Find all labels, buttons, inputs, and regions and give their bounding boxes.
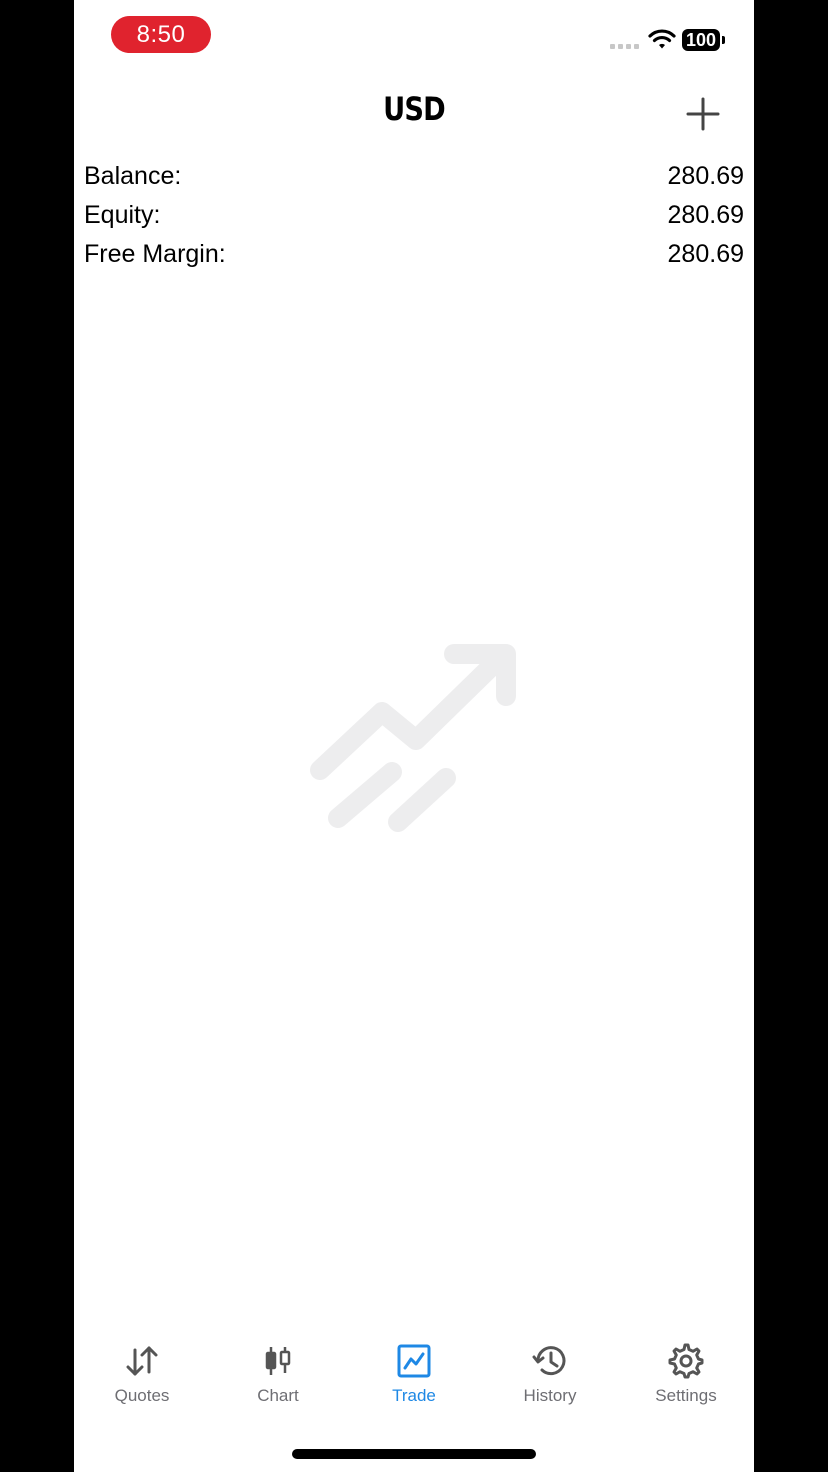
quotes-arrows-icon	[126, 1346, 158, 1376]
trade-chart-icon	[397, 1344, 431, 1378]
tab-quotes[interactable]: Quotes	[74, 1342, 210, 1422]
tab-history[interactable]: History	[482, 1342, 618, 1422]
cellular-signal-icon	[610, 44, 639, 49]
trade-chart-arrow-icon	[310, 644, 516, 832]
free-margin-value: 280.69	[667, 240, 744, 268]
equity-row: Equity: 280.69	[84, 196, 744, 235]
equity-label: Equity:	[84, 201, 161, 229]
account-summary: Balance: 280.69 Equity: 280.69 Free Marg…	[84, 157, 744, 274]
tab-trade[interactable]: Trade	[346, 1342, 482, 1422]
tab-trade-label: Trade	[392, 1386, 436, 1405]
tab-chart-label: Chart	[257, 1386, 299, 1405]
gear-icon	[668, 1343, 704, 1379]
history-clock-icon	[532, 1346, 566, 1376]
free-margin-label: Free Margin:	[84, 240, 226, 268]
trade-screen: 8:50 100 USD Balance: 280.69 Equity: 280…	[74, 0, 754, 1472]
tab-history-label: History	[523, 1386, 577, 1405]
candlestick-icon	[265, 1347, 291, 1375]
free-margin-row: Free Margin: 280.69	[84, 235, 744, 274]
battery-tip	[722, 36, 725, 44]
balance-label: Balance:	[84, 162, 182, 190]
home-indicator	[292, 1449, 536, 1459]
balance-value: 280.69	[667, 162, 744, 190]
tab-settings[interactable]: Settings	[618, 1342, 754, 1422]
balance-row: Balance: 280.69	[84, 157, 744, 196]
battery-indicator: 100	[682, 29, 720, 51]
tab-quotes-label: Quotes	[114, 1386, 170, 1405]
page-title: USD	[383, 90, 446, 128]
status-time: 8:50	[111, 16, 211, 53]
tab-settings-label: Settings	[655, 1386, 717, 1405]
add-icon[interactable]	[684, 95, 722, 133]
equity-value: 280.69	[667, 201, 744, 229]
tab-chart[interactable]: Chart	[210, 1342, 346, 1422]
tab-bar: Quotes Chart Trade History Settings	[74, 1342, 754, 1422]
wifi-icon	[648, 29, 676, 49]
